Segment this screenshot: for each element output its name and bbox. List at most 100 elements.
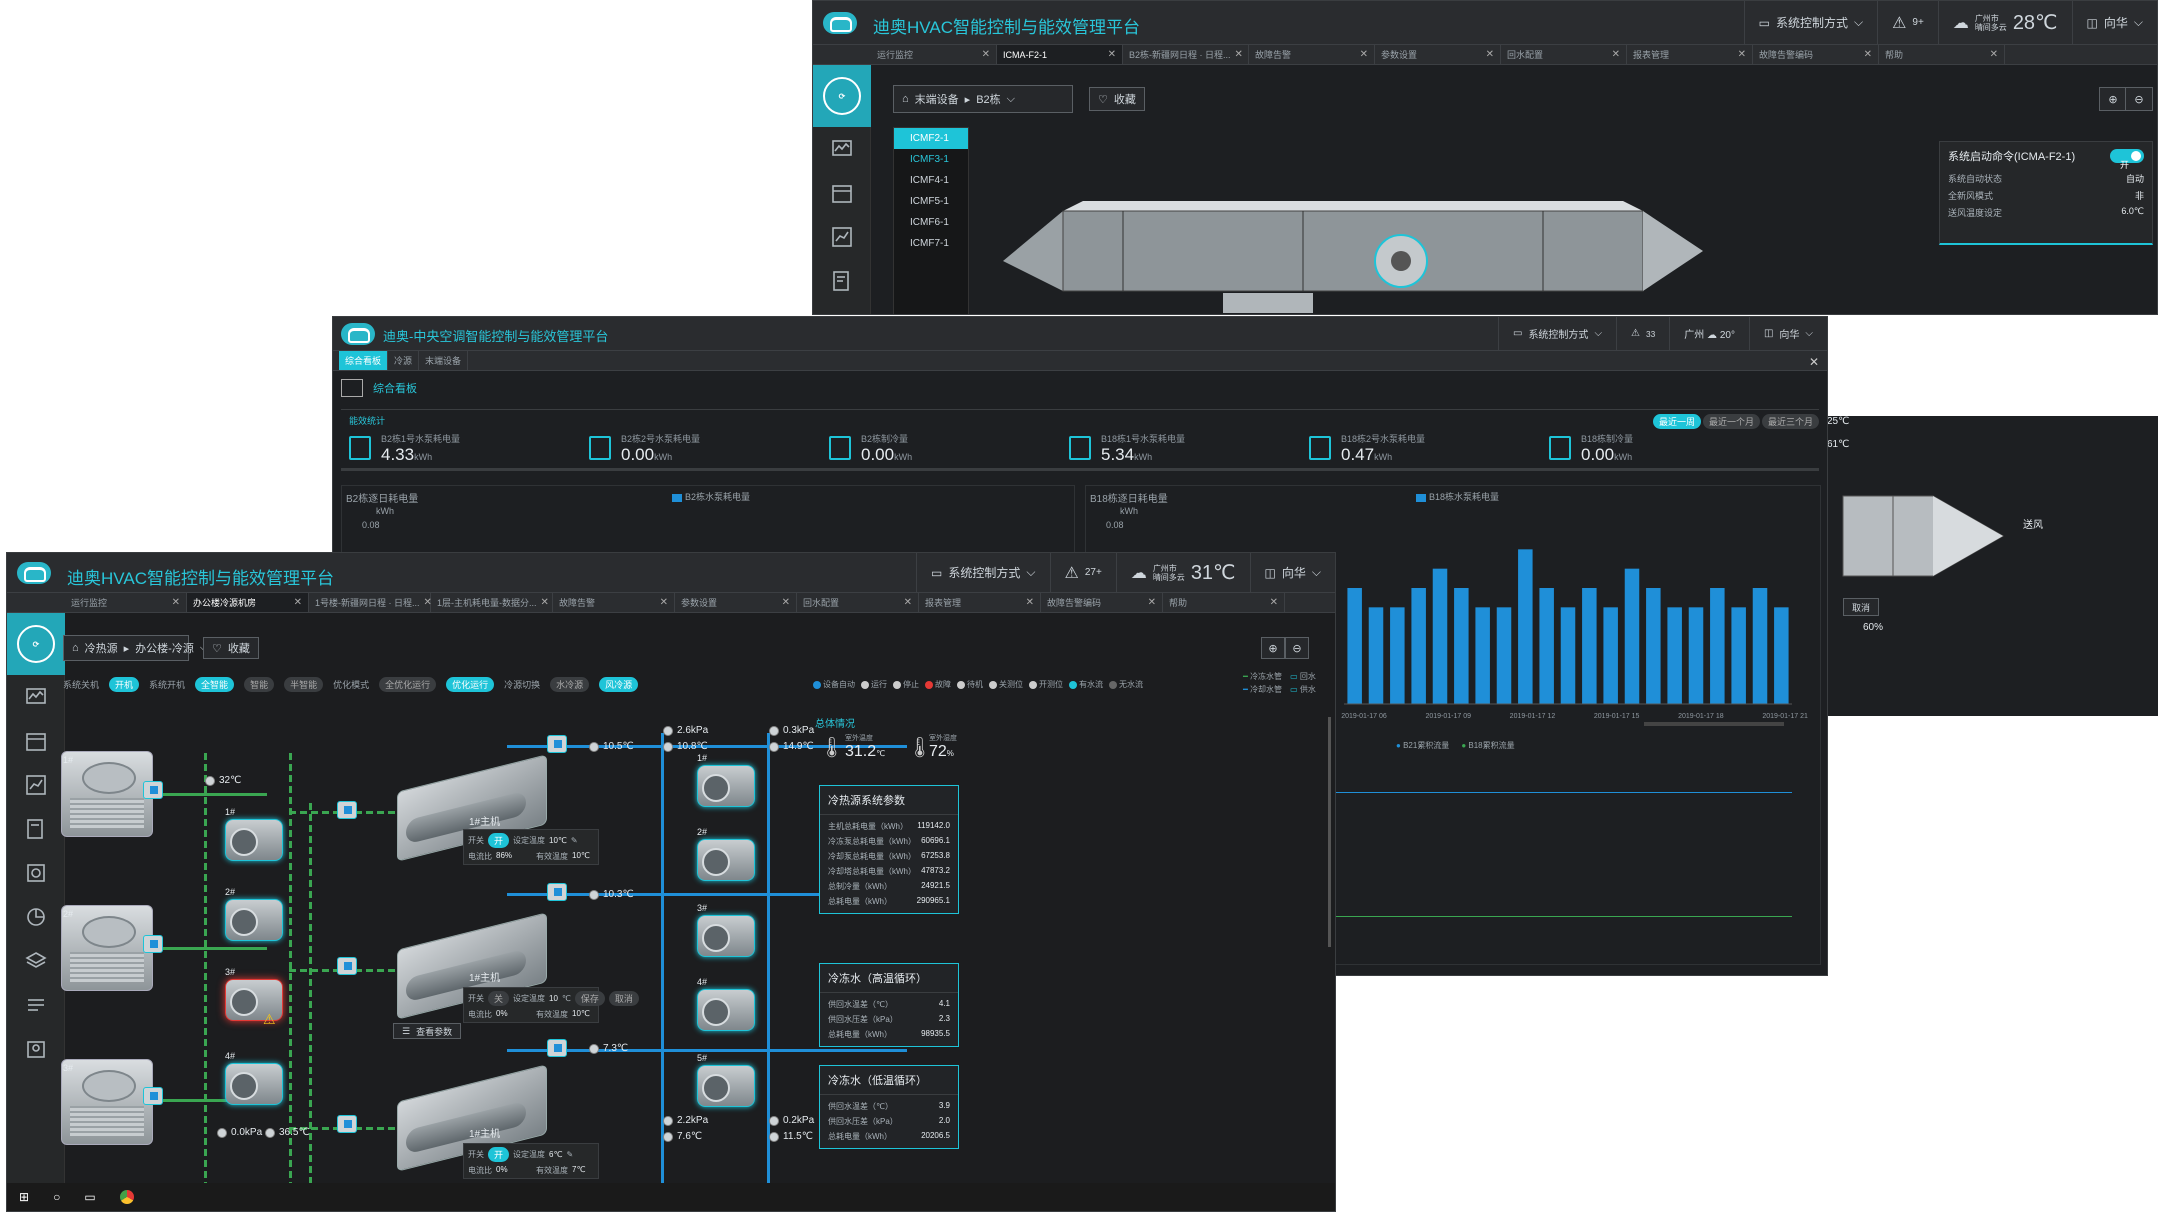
close-icon[interactable]: ✕ [541, 597, 549, 608]
chart-zoom-slider[interactable] [1644, 722, 1784, 726]
close-icon[interactable]: ✕ [782, 597, 790, 608]
close-icon[interactable]: ✕ [904, 597, 912, 608]
tab-5[interactable]: 回水配置 ✕ [1501, 45, 1627, 64]
alarm-button[interactable]: ⚠ 9+ [1877, 1, 1938, 44]
tab-3[interactable]: 故障告警 ✕ [1249, 45, 1375, 64]
tab-1[interactable]: 冷源 [388, 351, 420, 370]
close-icon[interactable]: ✕ [1990, 49, 1998, 60]
zoom-in-button[interactable]: ⊕ [1261, 637, 1285, 659]
unit-item[interactable]: ICMF6-1 [894, 212, 968, 233]
air-cool-option[interactable]: 风冷源 [599, 677, 639, 692]
cooling-pump-4[interactable] [225, 1063, 283, 1105]
full-opt-run[interactable]: 全优化运行 [379, 677, 437, 692]
tab-6[interactable]: 回水配置 ✕ [797, 593, 919, 612]
line-valve-2[interactable] [337, 957, 357, 975]
unit-item[interactable]: ICMF4-1 [894, 170, 968, 191]
unit-item[interactable]: ICMF5-1 [894, 191, 968, 212]
zoom-in-button[interactable]: ⊕ [2099, 87, 2127, 111]
edit-icon[interactable]: ✎ [566, 1150, 573, 1159]
zoom-out-button[interactable]: ⊖ [1285, 637, 1309, 659]
tab-7[interactable]: 报表管理 ✕ [919, 593, 1041, 612]
tab-0[interactable]: 运行监控 ✕ [871, 45, 997, 64]
close-icon[interactable]: ✕ [1148, 597, 1156, 608]
calendar-icon[interactable] [813, 171, 871, 215]
chilled-pump-5[interactable] [697, 1065, 755, 1107]
chiller-valve-1[interactable] [547, 735, 567, 753]
search-icon[interactable]: ○ [53, 1190, 60, 1204]
close-icon[interactable]: ✕ [1864, 49, 1872, 60]
close-icon[interactable]: ✕ [1486, 49, 1494, 60]
save-button[interactable]: 保存 [574, 991, 605, 1006]
report-alert-icon[interactable] [813, 259, 871, 303]
control-mode-menu[interactable]: ▭ 系统控制方式 ⌵ [916, 553, 1049, 592]
tab-3[interactable]: 1层-主机耗电量-数据分... ✕ [431, 593, 553, 612]
trend-icon[interactable] [813, 215, 871, 259]
close-icon[interactable]: ✕ [660, 597, 668, 608]
control-mode-menu[interactable]: ▭ 系统控制方式 ⌵ [1497, 317, 1616, 350]
trend-icon[interactable] [7, 763, 65, 807]
mode-semi-smart[interactable]: 半智能 [284, 677, 324, 692]
close-icon[interactable]: ✕ [1809, 355, 1819, 369]
tower-valve-2[interactable] [143, 935, 163, 953]
task-view-icon[interactable]: ▭ [84, 1190, 95, 1204]
chiller-switch[interactable]: 开 [488, 1147, 510, 1162]
tab-7[interactable]: 故障告警编码 ✕ [1753, 45, 1879, 64]
unit-item[interactable]: ICMF7-1 [894, 233, 968, 254]
tab-2[interactable]: B2栋-新疆网日程 · 日程... ✕ [1123, 45, 1249, 64]
control-mode-menu[interactable]: ▭ 系统控制方式 ⌵ [1743, 1, 1877, 44]
browser-icon[interactable] [119, 1190, 134, 1204]
tab-9[interactable]: 帮助 ✕ [1163, 593, 1285, 612]
pie-chart-icon[interactable] [7, 895, 65, 939]
cooling-tower-2[interactable] [61, 905, 153, 991]
alarm-button[interactable]: ⚠ 27+ [1049, 553, 1116, 592]
chilled-pump-4[interactable] [697, 989, 755, 1031]
mode-full-smart[interactable]: 全智能 [195, 677, 235, 692]
breadcrumb-selector[interactable]: ⌂冷热源▸办公楼-冷源⌵ [63, 635, 208, 661]
list-code-icon[interactable] [7, 983, 65, 1027]
unit-item[interactable]: ICMF2-1 [894, 128, 968, 149]
line-valve-1[interactable] [337, 801, 357, 819]
cooling-pump-2[interactable] [225, 899, 283, 941]
location-doc-icon[interactable] [7, 1027, 65, 1071]
view-params-button[interactable]: ☰ 查看参数 [393, 1023, 462, 1039]
tab-2[interactable]: 末端设备 [419, 351, 469, 370]
tab-2[interactable]: 1号楼-新疆网日程 · 日程... ✕ [309, 593, 432, 612]
close-icon[interactable]: ✕ [982, 49, 990, 60]
scrollbar[interactable] [1328, 717, 1331, 947]
calendar-icon[interactable] [7, 719, 65, 763]
favorite-button[interactable]: ♡ 收藏 [1089, 87, 1145, 111]
favorite-button[interactable]: ♡ 收藏 [203, 637, 259, 659]
tab-1[interactable]: 办公楼冷源机房 ✕ [187, 593, 309, 612]
chiller-valve-3[interactable] [547, 1039, 567, 1057]
close-icon[interactable]: ✕ [1235, 49, 1243, 60]
chilled-pump-3[interactable] [697, 915, 755, 957]
chilled-pump-1[interactable] [697, 765, 755, 807]
close-icon[interactable]: ✕ [1026, 597, 1034, 608]
close-icon[interactable]: ✕ [1270, 597, 1278, 608]
mode-smart[interactable]: 智能 [244, 677, 275, 692]
tab-8[interactable]: 帮助 ✕ [1879, 45, 2005, 64]
tab-0[interactable]: 综合看板 [339, 351, 389, 370]
tab-4[interactable]: 参数设置 ✕ [1375, 45, 1501, 64]
monitor-nav-icon[interactable] [7, 675, 65, 719]
close-icon[interactable]: ✕ [1108, 49, 1116, 60]
close-icon[interactable]: ✕ [1612, 49, 1620, 60]
close-icon[interactable]: ✕ [172, 597, 180, 608]
tower-valve-1[interactable] [143, 781, 163, 799]
period-3month[interactable]: 最近三个月 [1761, 414, 1819, 429]
layers-icon[interactable] [7, 939, 65, 983]
tab-1[interactable]: ICMA-F2-1 ✕ [997, 45, 1123, 64]
chilled-pump-2[interactable] [697, 839, 755, 881]
water-cool-option[interactable]: 水冷源 [550, 677, 590, 692]
close-icon[interactable]: ✕ [1738, 49, 1746, 60]
alarm-button[interactable]: ⚠ 33 [1616, 317, 1669, 350]
cooling-tower-3[interactable] [61, 1059, 153, 1145]
damper-cancel-button[interactable]: 取消 [1843, 598, 1880, 616]
user-menu[interactable]: ◫ 向华 ⌵ [1748, 317, 1827, 350]
cancel-button[interactable]: 取消 [608, 991, 639, 1006]
line-valve-3[interactable] [337, 1115, 357, 1133]
tab-8[interactable]: 故障告警编码 ✕ [1041, 593, 1163, 612]
user-menu[interactable]: ◫ 向华 ⌵ [1249, 553, 1335, 592]
period-week[interactable]: 最近一周 [1652, 414, 1701, 429]
chiller-switch[interactable]: 关 [488, 991, 510, 1006]
